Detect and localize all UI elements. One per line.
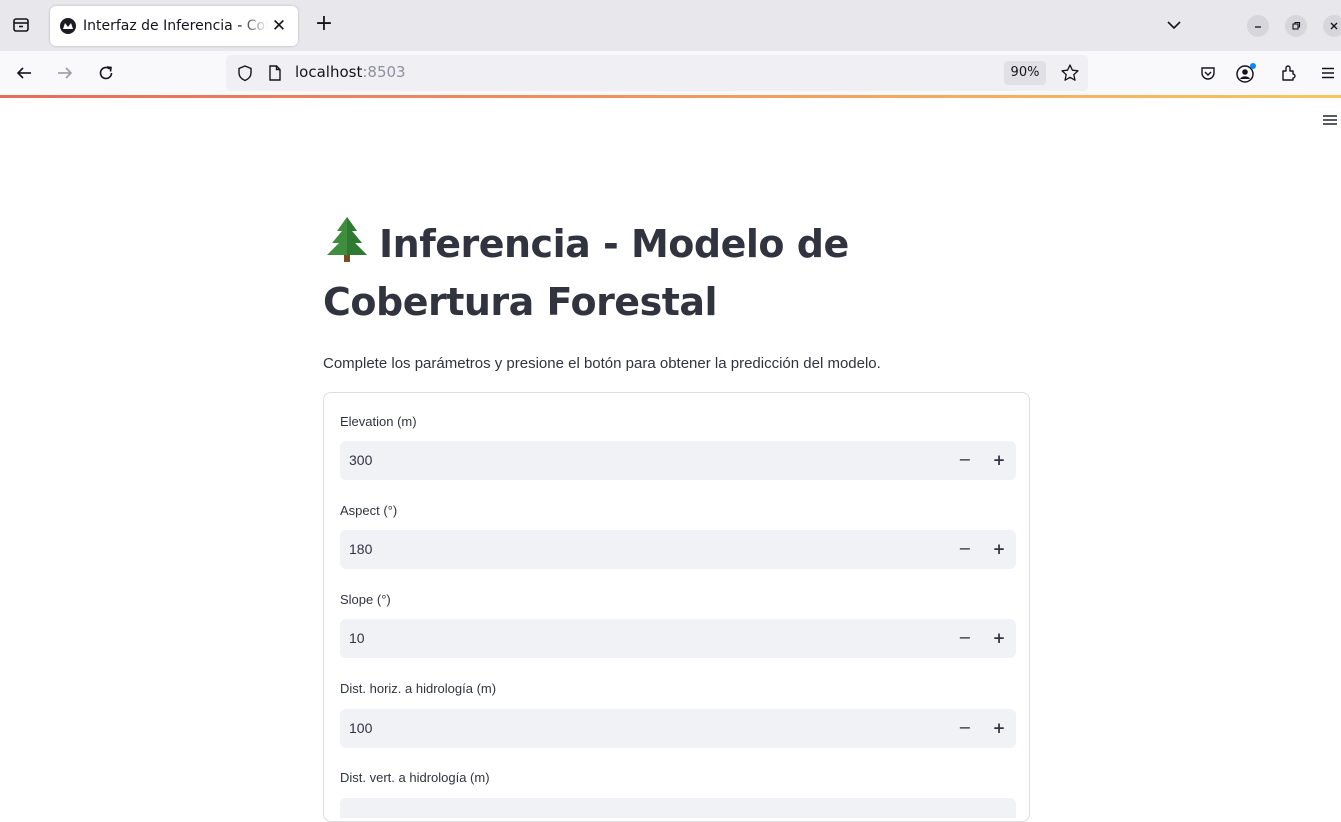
minimize-icon[interactable] — [1247, 15, 1269, 37]
slope-input[interactable]: 10 − + — [340, 619, 1016, 658]
zoom-level-badge[interactable]: 90% — [1004, 61, 1046, 85]
aspect-increment-button[interactable]: + — [988, 538, 1010, 560]
account-icon[interactable] — [1234, 61, 1258, 85]
aspect-label: Aspect (°) — [340, 503, 398, 518]
restore-icon[interactable] — [1285, 15, 1307, 37]
forward-icon[interactable] — [53, 61, 77, 85]
aspect-value[interactable]: 180 — [349, 541, 372, 557]
slope-decrement-button[interactable]: − — [954, 627, 976, 649]
browser-tab-active[interactable]: Interfaz de Inferencia - Cobertura Fores… — [50, 6, 298, 46]
horizontal-distance-hydrology-label: Dist. horiz. a hidrología (m) — [340, 681, 497, 696]
slope-value[interactable]: 10 — [349, 630, 365, 646]
app-menu-icon[interactable] — [1316, 61, 1340, 85]
tab-close-icon[interactable]: ✕ — [270, 17, 288, 35]
horizontal-distance-hydrology-input[interactable]: 100 − + — [340, 709, 1016, 748]
new-tab-icon[interactable]: + — [312, 13, 336, 37]
back-icon[interactable] — [12, 61, 36, 85]
tab-title: Interfaz de Inferencia - Cobertura Fores… — [83, 18, 268, 34]
elevation-label: Elevation (m) — [340, 414, 417, 429]
url-port: :8503 — [362, 63, 406, 81]
elevation-input[interactable]: 300 − + — [340, 441, 1016, 480]
tab-overview-icon[interactable] — [8, 12, 34, 38]
url-text[interactable]: localhost:8503 — [295, 63, 406, 81]
slope-label: Slope (°) — [340, 592, 391, 607]
shield-icon[interactable] — [233, 61, 257, 85]
horizontal-distance-hydrology-value[interactable]: 100 — [349, 720, 372, 736]
list-all-tabs-icon[interactable] — [1163, 14, 1185, 36]
page-title-text: Inferencia - Modelo de Cobertura Foresta… — [323, 222, 849, 324]
elevation-value[interactable]: 300 — [349, 452, 372, 468]
elevation-decrement-button[interactable]: − — [954, 449, 976, 471]
browser-tab-strip: Interfaz de Inferencia - Cobertura Fores… — [0, 0, 1341, 51]
streamlit-favicon-icon — [60, 18, 76, 34]
parameters-form: Elevation (m) 300 − + Aspect (°) 180 − +… — [323, 392, 1030, 822]
page-title: Inferencia - Modelo de Cobertura Foresta… — [323, 215, 1043, 328]
streamlit-main-menu-icon[interactable] — [1321, 111, 1341, 131]
horizontal-distance-hydrology-decrement-button[interactable]: − — [954, 717, 976, 739]
pocket-icon[interactable] — [1196, 61, 1220, 85]
aspect-input[interactable]: 180 − + — [340, 530, 1016, 569]
aspect-decrement-button[interactable]: − — [954, 538, 976, 560]
reload-icon[interactable] — [94, 61, 118, 85]
vertical-distance-hydrology-input[interactable] — [340, 798, 1016, 818]
page-subtitle: Complete los parámetros y presione el bo… — [323, 355, 881, 372]
bookmark-star-icon[interactable] — [1058, 61, 1082, 85]
evergreen-tree-icon — [323, 215, 371, 276]
page-load-progress-bar — [0, 95, 1341, 98]
elevation-increment-button[interactable]: + — [988, 449, 1010, 471]
extensions-icon[interactable] — [1277, 61, 1301, 85]
url-host: localhost — [295, 63, 363, 81]
slope-increment-button[interactable]: + — [988, 627, 1010, 649]
horizontal-distance-hydrology-increment-button[interactable]: + — [988, 717, 1010, 739]
page-info-icon[interactable] — [263, 61, 287, 85]
close-window-icon[interactable] — [1323, 15, 1341, 37]
vertical-distance-hydrology-label: Dist. vert. a hidrología (m) — [340, 770, 490, 785]
